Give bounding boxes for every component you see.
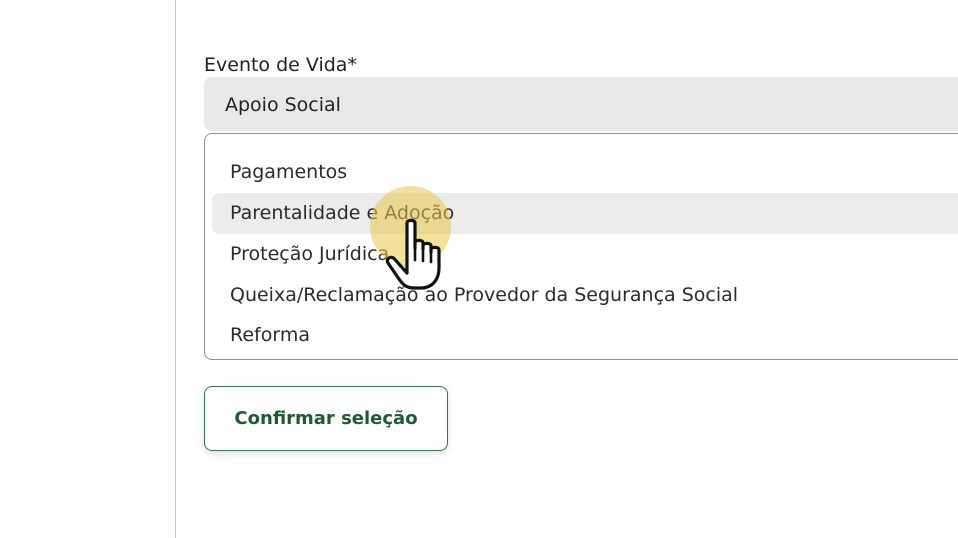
page: Evento de Vida* Apoio Social Pagamentos … bbox=[0, 0, 958, 538]
life-event-select[interactable]: Apoio Social bbox=[204, 77, 958, 131]
option-parentalidade-adocao[interactable]: Parentalidade e Adoção bbox=[212, 193, 958, 234]
option-reforma[interactable]: Reforma bbox=[212, 315, 958, 356]
selected-value: Apoio Social bbox=[225, 94, 341, 116]
option-label: Parentalidade e Adoção bbox=[230, 202, 455, 224]
option-label: Queixa/Reclamação ao Provedor da Seguran… bbox=[230, 284, 739, 306]
field-label: Evento de Vida* bbox=[204, 54, 357, 76]
confirm-button-label: Confirmar seleção bbox=[234, 408, 418, 429]
option-pagamentos[interactable]: Pagamentos bbox=[212, 152, 958, 193]
option-protecao-juridica[interactable]: Proteção Jurídica bbox=[212, 234, 958, 275]
options-dropdown: Pagamentos Parentalidade e Adoção Proteç… bbox=[204, 133, 958, 360]
option-label: Reforma bbox=[230, 324, 310, 346]
option-label: Pagamentos bbox=[230, 161, 348, 183]
confirm-selection-button[interactable]: Confirmar seleção bbox=[204, 386, 448, 451]
option-queixa-reclamacao[interactable]: Queixa/Reclamação ao Provedor da Seguran… bbox=[212, 275, 958, 316]
option-label: Proteção Jurídica bbox=[230, 243, 390, 265]
left-divider bbox=[175, 0, 176, 538]
